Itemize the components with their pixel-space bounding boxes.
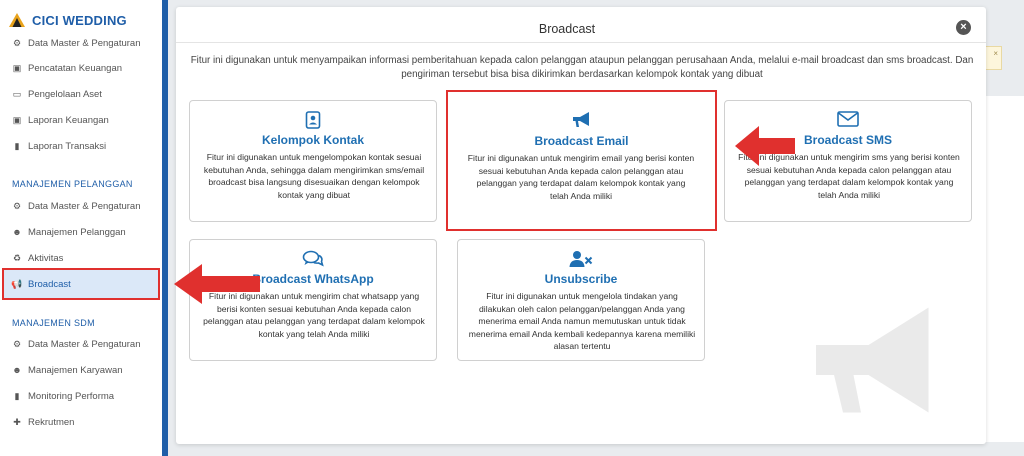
sidebar-item-data-master-sdm[interactable]: ⚙ Data Master & Pengaturan [10,336,141,352]
close-icon[interactable]: × [956,20,971,35]
sidebar-item-monitoring-performa[interactable]: ▮ Monitoring Performa [10,388,115,404]
users-icon: ☻ [12,227,22,237]
sidebar-item-label: Pengelolaan Aset [28,88,102,100]
sidebar-item-label: Pencatatan Keuangan [28,62,123,74]
card-kelompok-kontak[interactable]: Kelompok Kontak Fitur ini digunakan untu… [189,100,437,222]
card-description: Fitur ini digunakan untuk mengirim email… [467,153,695,201]
broadcast-modal: Broadcast × Fitur ini digunakan untuk me… [176,7,986,444]
sidebar-item-label: Data Master & Pengaturan [28,200,141,212]
sidebar-item-label: Monitoring Performa [28,390,115,402]
sidebar-item-label: Manajemen Pelanggan [28,226,126,238]
sidebar-item-pencatatan-keuangan[interactable]: ▣ Pencatatan Keuangan [10,60,122,76]
sidebar-item-label: Broadcast [28,278,71,290]
sidebar-item-label: Laporan Transaksi [28,140,107,152]
modal-title: Broadcast [538,22,596,36]
card-broadcast-email[interactable]: Broadcast Email Fitur ini digunakan untu… [446,90,717,231]
hdd-icon: ▭ [12,88,22,99]
sidebar-item-laporan-keuangan[interactable]: ▣ Laporan Keuangan [10,112,109,128]
sidebar-section-sdm: MANAJEMEN SDM [12,318,95,328]
brand-name: CICI WEDDING [32,12,127,28]
gears-icon: ⚙ [12,338,22,349]
sidebar-item-label: Laporan Keuangan [28,114,109,126]
recycle-icon: ♻ [12,252,22,263]
modal-header: Broadcast × [176,7,986,43]
background-panel [984,96,1024,442]
sidebar-item-manajemen-karyawan[interactable]: ☻ Manajemen Karyawan [10,362,123,378]
user-times-icon [569,251,593,267]
sidebar-item-broadcast[interactable]: 📢 Broadcast [2,268,160,300]
sidebar-item-pengelolaan-aset[interactable]: ▭ Pengelolaan Aset [10,86,102,102]
card-title: Unsubscribe [544,272,618,286]
sidebar-item-manajemen-pelanggan[interactable]: ☻ Manajemen Pelanggan [10,224,126,240]
comments-icon [302,250,324,267]
sidebar-item-label: Rekrutmen [28,416,75,428]
envelope-icon [837,111,859,127]
sidebar-item-label: Manajemen Karyawan [28,364,123,376]
brand-logo-icon [9,13,25,27]
sidebar-item-label: Aktivitas [28,252,64,264]
book-icon: ▮ [14,140,20,151]
red-arrow-annotation [174,264,260,304]
card-unsubscribe[interactable]: Unsubscribe Fitur ini digunakan untuk me… [457,239,705,361]
red-arrow-annotation [735,126,795,166]
sidebar-item-rekrutmen[interactable]: ✚ Rekrutmen [10,414,74,430]
users-icon: ☻ [12,365,22,375]
user-plus-icon: ✚ [13,416,21,427]
money-icon: ▣ [12,62,22,73]
alert-close-icon[interactable]: × [993,49,998,58]
money-icon: ▣ [12,114,22,125]
bullhorn-watermark-icon [816,307,929,413]
card-description: Fitur ini digunakan untuk mengelompokan … [203,152,425,200]
gears-icon: ⚙ [12,37,22,48]
card-title: Kelompok Kontak [261,133,364,147]
sidebar-edge [162,0,168,456]
gears-icon: ⚙ [12,200,22,211]
sidebar-section-pelanggan: MANAJEMEN PELANGGAN [12,179,133,189]
sidebar-item-label: Data Master & Pengaturan [28,338,141,350]
address-book-icon [305,111,321,129]
sidebar: CICI WEDDING ⚙ Data Master & Pengaturan … [0,0,162,456]
bullhorn-icon [572,112,589,127]
sidebar-item-label: Data Master & Pengaturan [28,37,141,49]
brand[interactable]: CICI WEDDING [8,10,127,30]
card-title: Broadcast Email [534,134,629,148]
sidebar-item-laporan-transaksi[interactable]: ▮ Laporan Transaksi [10,138,107,154]
background-alert: × [984,46,1002,70]
sidebar-item-data-master-keuangan[interactable]: ⚙ Data Master & Pengaturan [10,35,141,51]
modal-description: Fitur ini digunakan untuk menyampaikan i… [190,55,974,80]
bullhorn-icon: 📢 [11,278,23,289]
sidebar-item-data-master-pelanggan[interactable]: ⚙ Data Master & Pengaturan [10,198,141,214]
card-description: Fitur ini digunakan untuk mengelola tind… [468,291,696,352]
sidebar-item-aktivitas[interactable]: ♻ Aktivitas [10,250,63,266]
book-icon: ▮ [14,390,20,401]
